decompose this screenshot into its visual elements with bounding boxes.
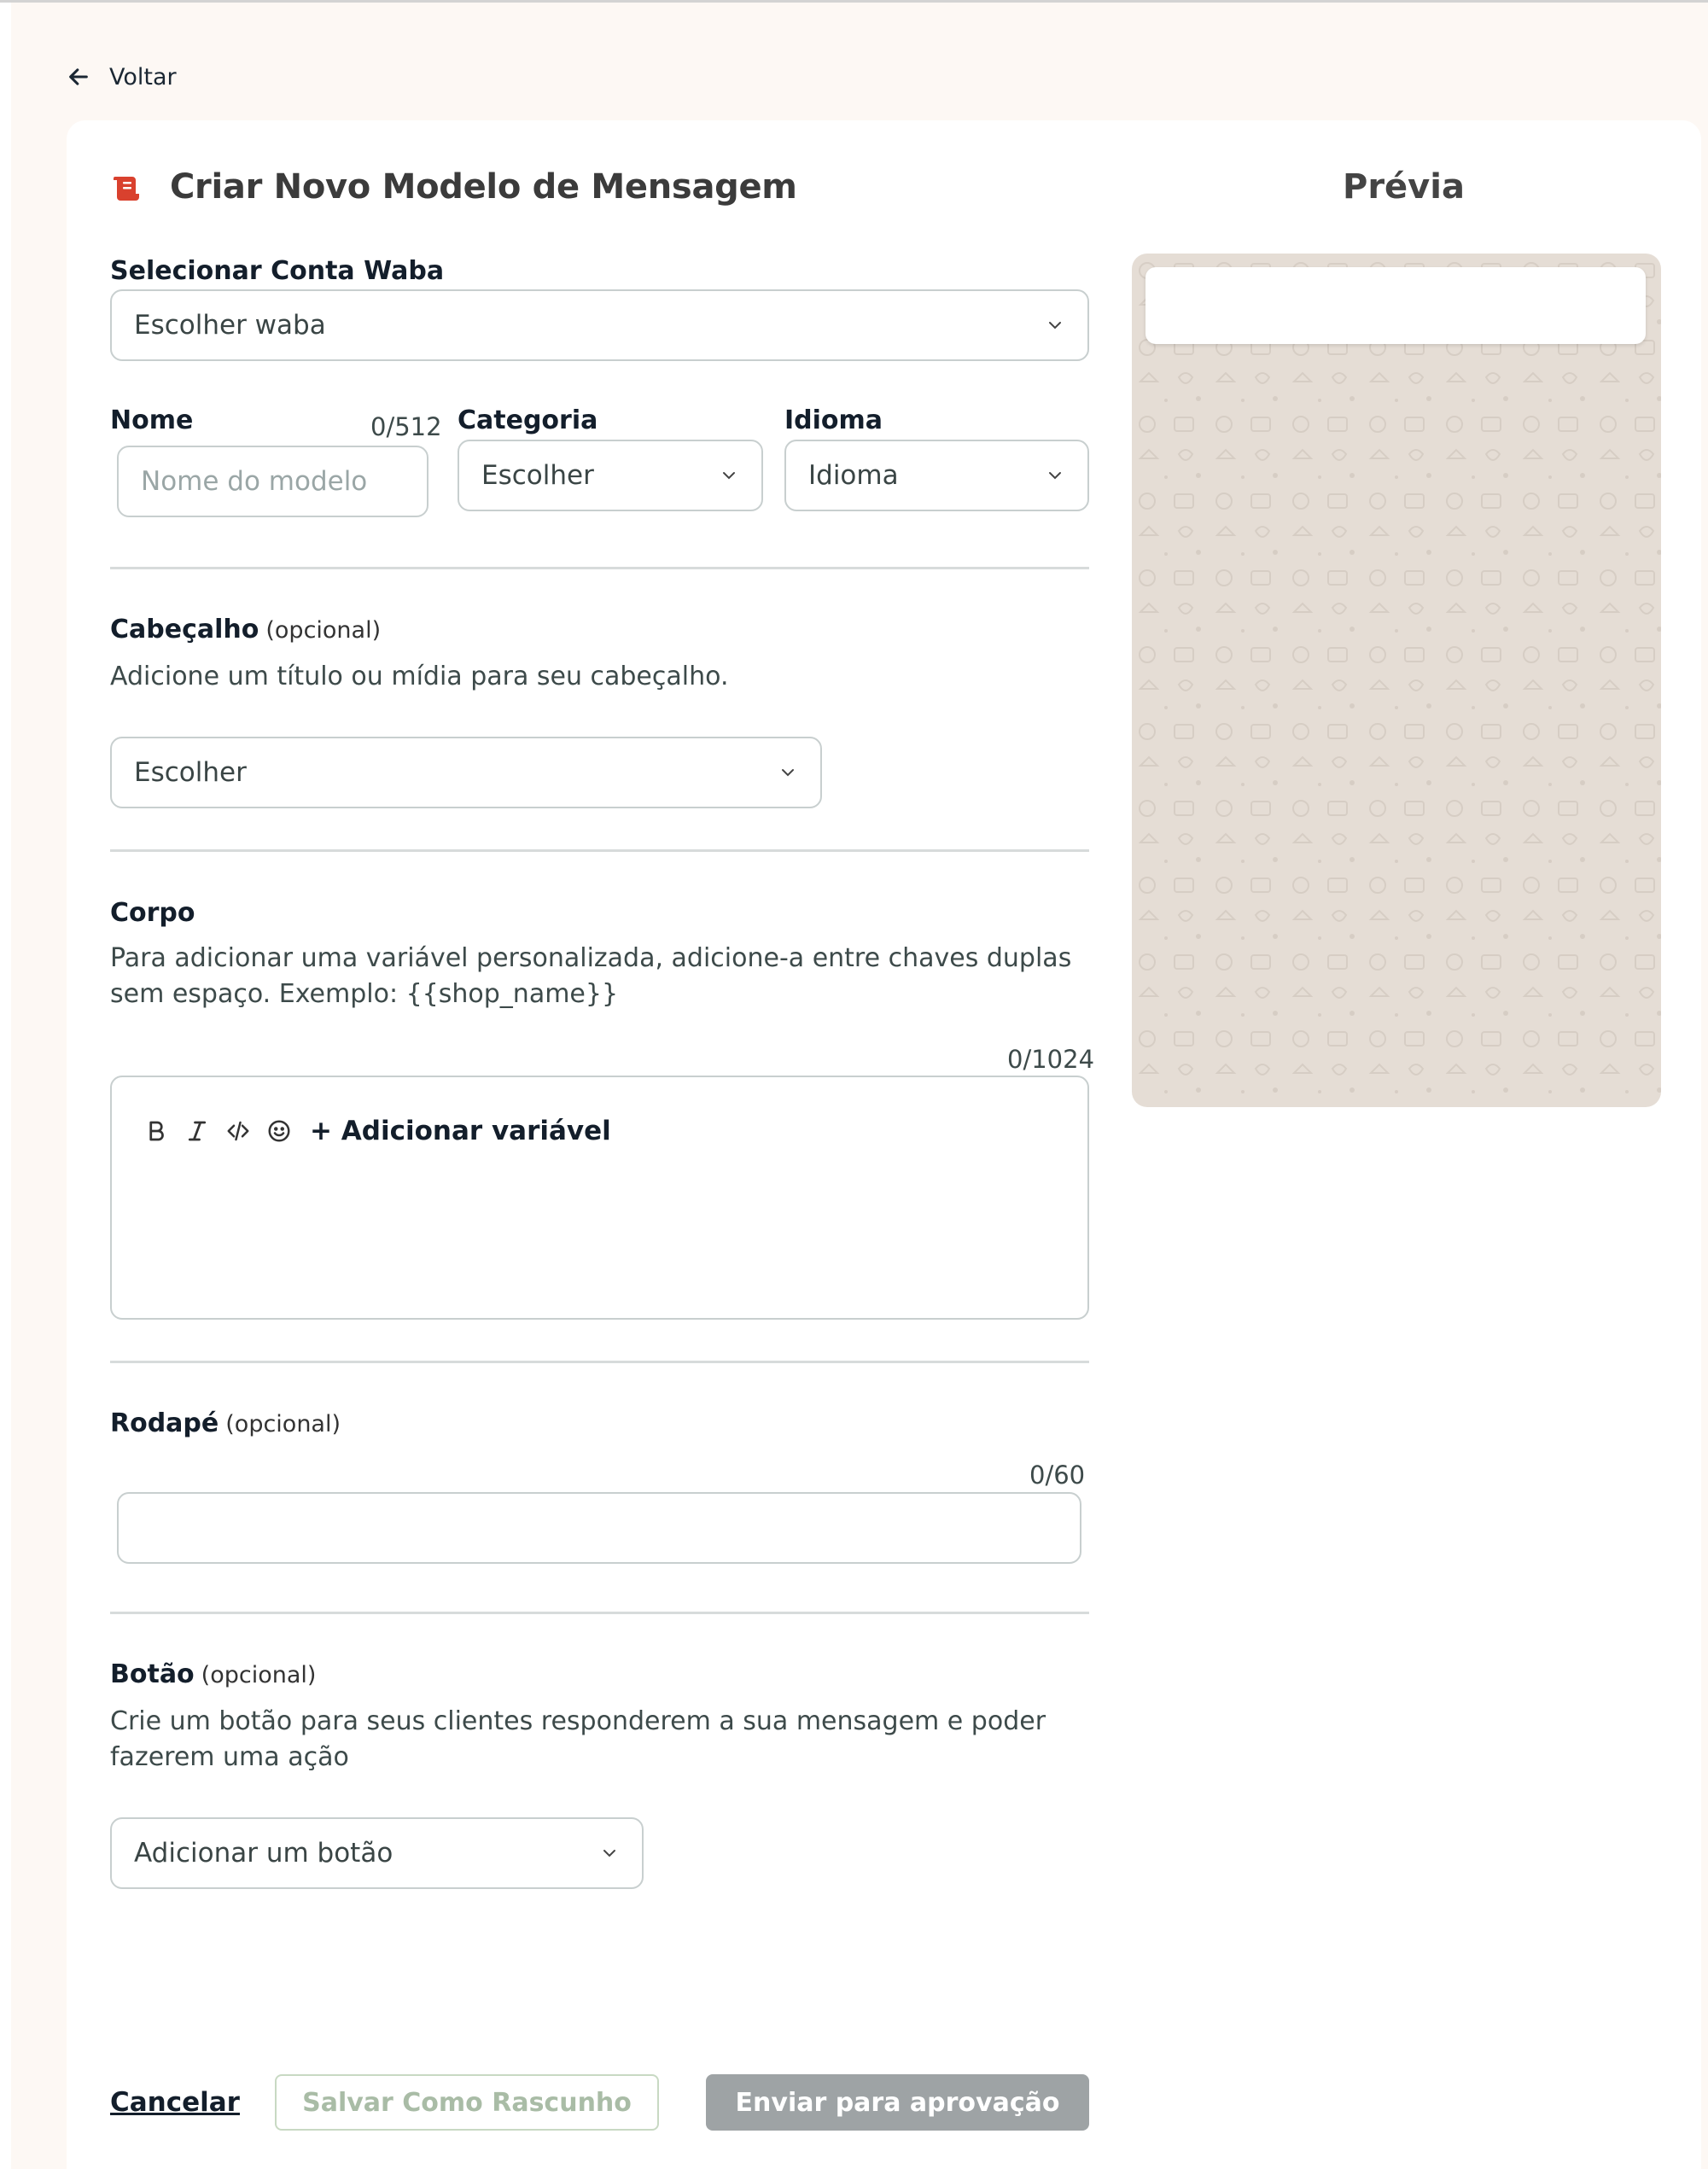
footer-optional-tag: (opcional) — [225, 1411, 341, 1437]
chevron-down-icon — [782, 769, 794, 777]
button-help-text: Crie um botão para seus clientes respond… — [110, 1704, 1046, 1775]
name-input[interactable] — [117, 446, 428, 517]
body-editor[interactable]: + Adicionar variável — [110, 1076, 1089, 1320]
button-section-title: Botão — [110, 1659, 195, 1689]
italic-icon — [188, 1121, 207, 1141]
preview-title: Prévia — [1343, 167, 1465, 207]
footer-section-title: Rodapé — [110, 1408, 219, 1438]
category-select-value: Escolher — [481, 460, 594, 491]
chevron-down-icon — [1049, 322, 1061, 329]
save-draft-button[interactable]: Salvar Como Rascunho — [275, 2074, 659, 2131]
bold-icon — [149, 1121, 164, 1141]
bold-button[interactable] — [143, 1116, 170, 1146]
page-header: Criar Novo Modelo de Mensagem — [110, 167, 797, 207]
header-type-select[interactable]: Escolher — [110, 737, 822, 808]
language-select[interactable]: Idioma — [784, 440, 1089, 511]
chevron-down-icon — [723, 472, 735, 480]
header-section-label: Cabeçalho (opcional) — [110, 615, 381, 644]
button-help-line-2: fazerem uma ação — [110, 1742, 349, 1772]
code-icon — [227, 1121, 249, 1141]
footer-section-label: Rodapé (opcional) — [110, 1408, 341, 1438]
italic-button[interactable] — [184, 1116, 211, 1146]
name-counter: 0/512 — [370, 412, 442, 441]
chevron-down-icon — [603, 1850, 615, 1857]
body-counter: 0/1024 — [1007, 1045, 1095, 1074]
editor-toolbar: + Adicionar variável — [143, 1116, 611, 1146]
body-help-text: Para adicionar uma variável personalizad… — [110, 941, 1071, 1012]
divider — [110, 849, 1089, 852]
emoji-button[interactable] — [265, 1116, 293, 1146]
header-section-title: Cabeçalho — [110, 615, 259, 644]
footer-counter: 0/60 — [1029, 1461, 1086, 1490]
button-optional-tag: (opcional) — [201, 1662, 317, 1688]
header-optional-tag: (opcional) — [265, 617, 382, 644]
emoji-icon — [268, 1120, 290, 1142]
button-help-line-1: Crie um botão para seus clientes respond… — [110, 1706, 1046, 1736]
preview-panel — [1132, 254, 1661, 1107]
scroll-icon — [114, 177, 139, 201]
chat-wallpaper-pattern — [1132, 254, 1661, 1107]
waba-select-value: Escolher waba — [134, 310, 326, 341]
footer-input[interactable] — [117, 1492, 1081, 1564]
divider — [110, 1361, 1089, 1363]
back-label: Voltar — [109, 63, 177, 90]
header-help-text: Adicione um título ou mídia para seu cab… — [110, 662, 729, 691]
divider — [110, 567, 1089, 569]
code-button[interactable] — [224, 1116, 252, 1146]
page-title: Criar Novo Modelo de Mensagem — [170, 167, 797, 207]
body-section-label: Corpo — [110, 898, 195, 928]
add-variable-button[interactable]: + Adicionar variável — [310, 1116, 611, 1146]
body-help-line-1: Para adicionar uma variável personalizad… — [110, 943, 1072, 973]
add-button-select-value: Adicionar um botão — [134, 1838, 393, 1869]
header-type-value: Escolher — [134, 757, 247, 788]
language-label: Idioma — [784, 405, 883, 435]
back-button[interactable]: Voltar — [67, 60, 177, 94]
button-section-label: Botão (opcional) — [110, 1659, 316, 1689]
message-preview-bubble — [1145, 267, 1646, 344]
category-label: Categoria — [458, 405, 598, 435]
waba-label: Selecionar Conta Waba — [110, 256, 445, 286]
cancel-button[interactable]: Cancelar — [110, 2087, 240, 2118]
submit-for-approval-button[interactable]: Enviar para aprovação — [706, 2074, 1089, 2131]
category-select[interactable]: Escolher — [458, 440, 763, 511]
arrow-left-icon — [69, 68, 88, 85]
body-help-line-2: sem espaço. Exemplo: {{shop_name}} — [110, 979, 619, 1009]
waba-select[interactable]: Escolher waba — [110, 289, 1089, 361]
divider — [110, 1612, 1089, 1614]
add-button-select[interactable]: Adicionar um botão — [110, 1817, 644, 1889]
name-label: Nome — [110, 405, 194, 435]
language-select-value: Idioma — [808, 460, 899, 491]
chevron-down-icon — [1049, 472, 1061, 480]
